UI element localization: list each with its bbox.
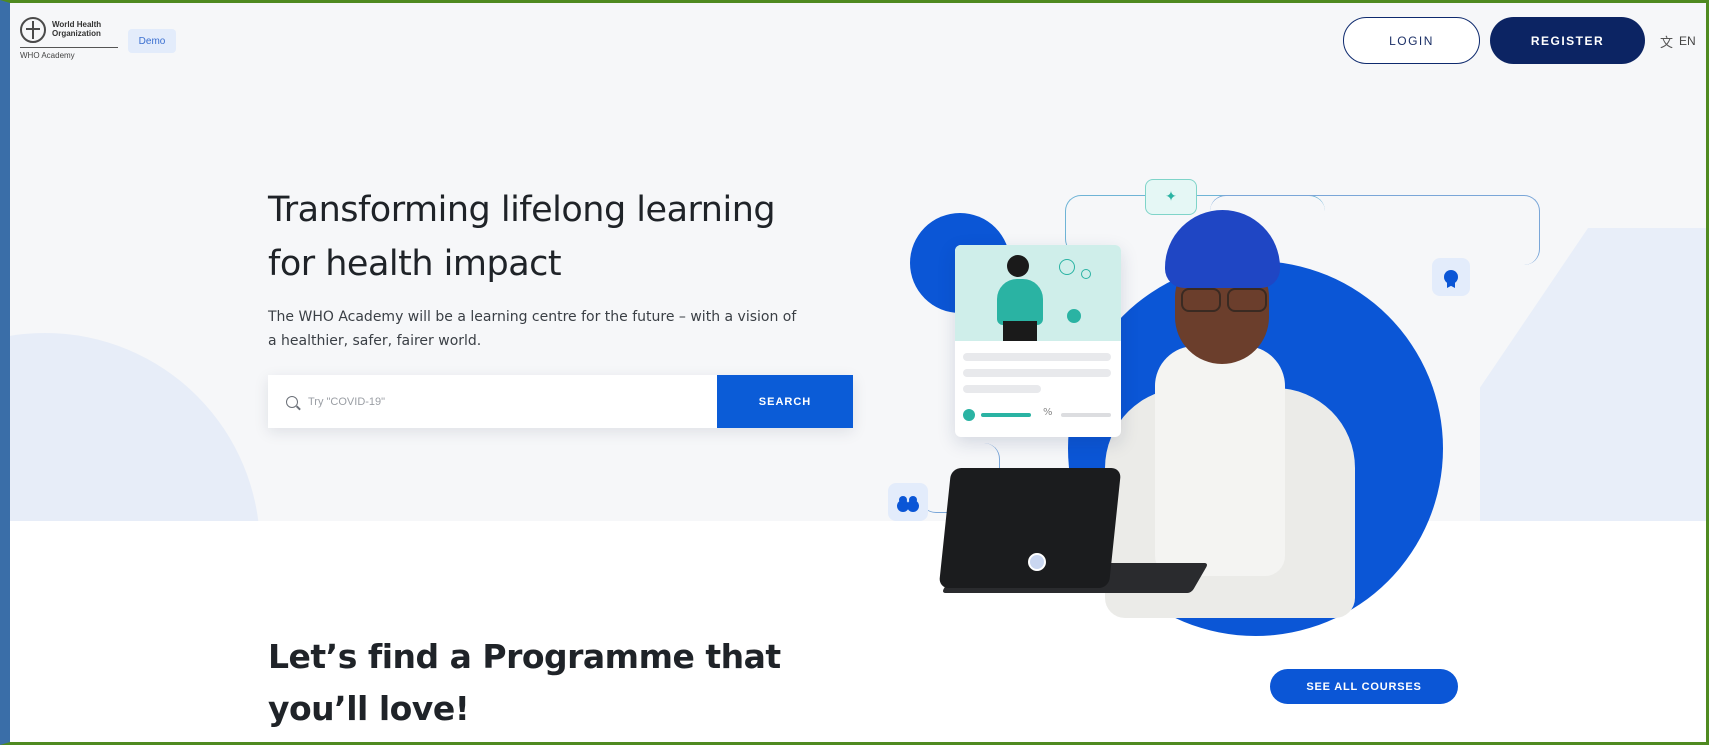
who-emblem-icon — [20, 17, 46, 43]
login-button[interactable]: LOGIN — [1343, 17, 1480, 64]
language-label: EN — [1679, 34, 1696, 48]
card-figure — [993, 255, 1049, 341]
logo-subtitle: WHO Academy — [20, 51, 75, 60]
users-icon — [897, 496, 919, 508]
person-scarf — [1155, 346, 1285, 576]
figure-body — [997, 279, 1043, 325]
award-icon — [1444, 270, 1458, 284]
award-node — [1432, 258, 1470, 296]
logo-divider — [20, 47, 118, 48]
placeholder-line — [963, 353, 1111, 361]
sparkle-icon: ✦ — [1165, 189, 1177, 205]
progress-dot-icon — [963, 409, 975, 421]
course-card-illustration: % — [955, 245, 1121, 437]
figure-legs — [1003, 321, 1037, 341]
hero-subtitle: The WHO Academy will be a learning centr… — [268, 309, 797, 349]
decor-bubble — [1059, 259, 1075, 275]
language-selector[interactable]: 文 EN — [1660, 31, 1696, 51]
logo-text-line1: World Health — [52, 20, 102, 29]
progress-track — [1061, 413, 1111, 417]
person-glasses — [1177, 288, 1267, 312]
course-card-image — [955, 245, 1121, 341]
progress-bar — [981, 413, 1031, 417]
register-button[interactable]: REGISTER — [1490, 17, 1645, 64]
decor-bubble — [1081, 269, 1091, 279]
browser-frame: World Health Organization WHO Academy De… — [0, 0, 1709, 745]
learner-photo — [1085, 198, 1355, 618]
hero-title: Transforming lifelong learning for healt… — [268, 190, 776, 284]
users-node — [888, 483, 928, 521]
search-button[interactable]: SEARCH — [717, 375, 853, 428]
search-icon — [286, 395, 298, 408]
placeholder-line — [963, 385, 1041, 393]
site-header: World Health Organization WHO Academy De… — [10, 3, 1706, 75]
hero-illustration: % ✦ — [880, 153, 1540, 653]
who-academy-logo[interactable]: World Health Organization WHO Academy — [20, 15, 124, 63]
course-search: SEARCH — [268, 375, 853, 428]
placeholder-line — [963, 369, 1111, 377]
person-headwrap — [1165, 210, 1280, 288]
decor-bubble — [1067, 309, 1081, 323]
programmes-title: Let’s find a Programme that you’ll love! — [268, 637, 781, 728]
translate-icon: 文 — [1660, 34, 1674, 50]
demo-badge: Demo — [128, 29, 176, 53]
tablet-device — [938, 468, 1122, 588]
card-progress: % — [963, 407, 1113, 421]
percent-icon: % — [1043, 407, 1053, 418]
figure-head — [1007, 255, 1029, 277]
background-blob-right — [1480, 228, 1706, 521]
sparkle-node: ✦ — [1145, 179, 1197, 215]
search-input[interactable] — [308, 395, 668, 408]
connector-node — [1028, 553, 1046, 571]
who-academy-home: World Health Organization WHO Academy De… — [10, 3, 1706, 742]
search-field-wrapper[interactable] — [268, 375, 717, 428]
logo-text-line2: Organization — [52, 29, 101, 38]
background-blob-left — [10, 333, 260, 521]
see-all-courses-button[interactable]: SEE ALL COURSES — [1270, 669, 1458, 704]
